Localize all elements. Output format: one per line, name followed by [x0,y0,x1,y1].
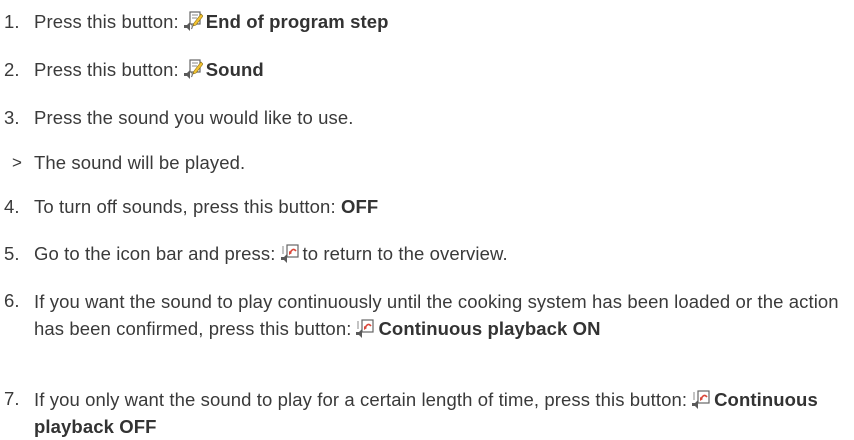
step-text: Press this button: End of program step [34,11,389,32]
step-text: To turn off sounds, press this button: O… [34,196,379,217]
result-marker: > [12,153,23,172]
speaker-note-pencil-icon [183,11,203,31]
step-text: Go to the icon bar and press: to return … [34,243,508,264]
step-number: 3. [4,107,20,128]
step-number: 5. [4,243,20,264]
speaker-return-icon [280,244,299,263]
step-number: 7. [4,388,20,409]
step-text: If you only want the sound to play for a… [34,389,818,437]
result-text: The sound will be played. [34,152,246,173]
button-name-continuous-playback-on: Continuous playback ON [378,318,601,339]
step-number: 6. [4,290,20,311]
speaker-return-icon [356,319,375,338]
button-name-sound: Sound [205,59,264,80]
step-text: If you want the sound to play continuous… [34,291,839,339]
step-number: 2. [4,59,20,80]
step-number: 1. [4,11,20,32]
button-name-end-of-program-step: End of program step [205,11,389,32]
step-text: Press this button: Sound [34,59,264,80]
speaker-note-pencil-icon [183,59,203,79]
step-number: 4. [4,196,20,217]
button-name-off: OFF [340,196,379,217]
speaker-return-icon [692,390,710,409]
step-text: Press the sound you would like to use. [34,107,354,128]
